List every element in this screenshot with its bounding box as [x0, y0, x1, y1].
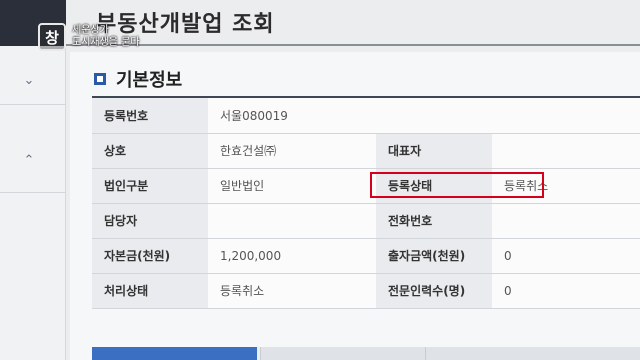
sidebar-divider [0, 192, 66, 193]
value-manager [208, 203, 376, 239]
bottom-tab-bar [92, 347, 640, 360]
value-investment-amount: 0 [492, 238, 640, 274]
broadcast-caption: 세운상가 도시재생을 묻다 [72, 25, 140, 49]
value-capital: 1,200,000 [208, 238, 376, 274]
chevron-down-icon[interactable]: ⌄ [22, 74, 36, 88]
sidebar: ⌄ ⌃ [0, 0, 66, 360]
section-header: 기본정보 [94, 66, 182, 92]
label-representative: 대표자 [376, 133, 492, 169]
value-company-name: 한효건설㈜ [208, 133, 376, 169]
table-row: 자본금(천원) 1,200,000 출자금액(천원) 0 [92, 238, 640, 274]
value-corporation-type: 일반법인 [208, 168, 376, 204]
value-registration-number: 서울080019 [208, 98, 376, 134]
label-capital: 자본금(천원) [92, 238, 208, 274]
caption-line-2: 도시재생을 묻다 [72, 37, 140, 48]
value-professional-staff: 0 [492, 273, 640, 309]
label-registration-number: 등록번호 [92, 98, 208, 134]
section-bullet-icon [94, 73, 106, 85]
broadcast-overlay: 창 세운상가 도시재생을 묻다 [38, 20, 140, 54]
table-row: 담당자 전화번호 [92, 203, 640, 239]
table-row: 상호 한효건설㈜ 대표자 [92, 133, 640, 169]
section-title: 기본정보 [116, 70, 183, 91]
caption-line-1: 세운상가 [72, 25, 109, 36]
table-row: 법인구분 일반법인 등록상태 등록취소 [92, 168, 640, 204]
empty-cell [376, 98, 492, 134]
empty-cell [492, 98, 640, 134]
basic-info-table: 등록번호 서울080019 상호 한효건설㈜ 대표자 법인구분 일반법인 등록상… [92, 98, 640, 309]
registration-status-highlight [370, 172, 544, 198]
label-processing-status: 처리상태 [92, 273, 208, 309]
label-corporation-type: 법인구분 [92, 168, 208, 204]
tab-inactive[interactable] [260, 347, 425, 360]
label-investment-amount: 출자금액(천원) [376, 238, 492, 274]
table-row: 처리상태 등록취소 전문인력수(명) 0 [92, 273, 640, 309]
sidebar-divider [0, 104, 66, 105]
chevron-up-icon[interactable]: ⌃ [22, 154, 36, 168]
value-phone-number [492, 203, 640, 239]
tab-inactive[interactable] [425, 347, 640, 360]
value-representative [492, 133, 640, 169]
label-company-name: 상호 [92, 133, 208, 169]
label-professional-staff: 전문인력수(명) [376, 273, 492, 309]
title-divider [66, 44, 640, 46]
label-phone-number: 전화번호 [376, 203, 492, 239]
value-processing-status: 등록취소 [208, 273, 376, 309]
label-manager: 담당자 [92, 203, 208, 239]
broadcast-logo: 창 [38, 23, 66, 51]
tab-active[interactable] [92, 347, 257, 360]
table-row: 등록번호 서울080019 [92, 98, 640, 134]
